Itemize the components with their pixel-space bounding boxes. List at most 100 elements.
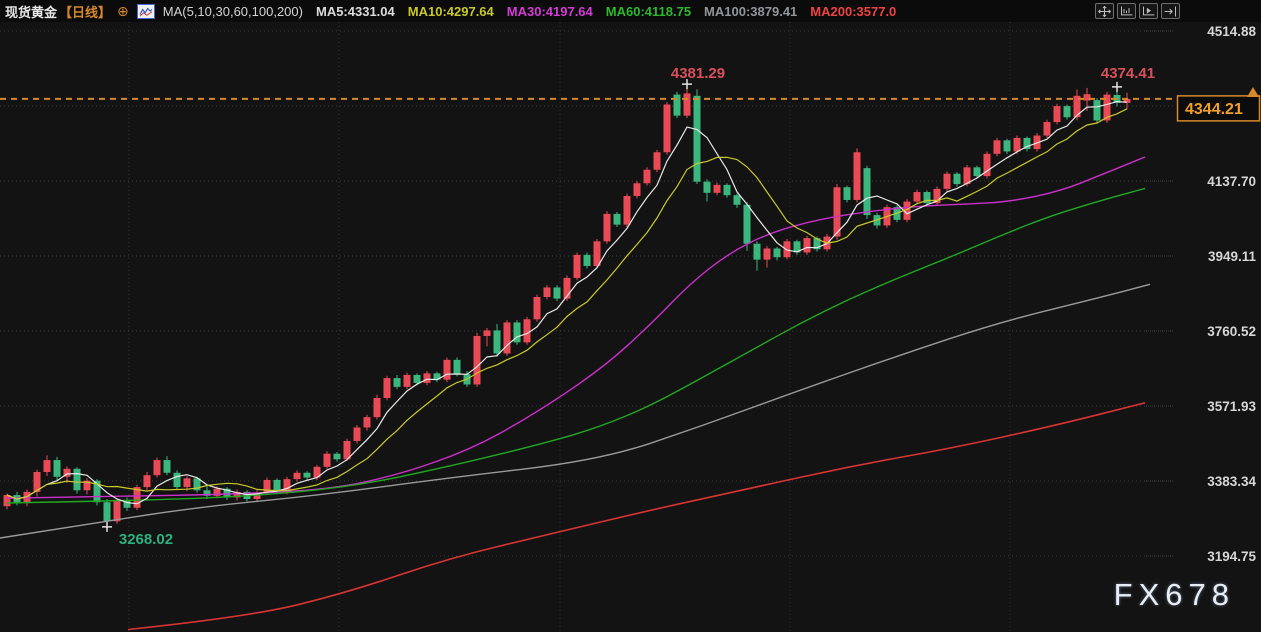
candle-body — [604, 214, 611, 241]
candle-body — [504, 322, 511, 353]
candle-body — [304, 473, 311, 478]
price-axis-label: 3949.11 — [1208, 249, 1257, 264]
period-label: 【日线】 — [59, 2, 111, 21]
ma-value-label: MA200:3577.0 — [810, 4, 896, 19]
candle-body — [374, 398, 381, 417]
candle-body — [944, 174, 951, 189]
candle-body — [574, 255, 581, 278]
candle-body — [554, 287, 561, 298]
ma-value-label: MA5:4331.04 — [316, 4, 395, 19]
pan-crosshair-icon[interactable] — [1095, 3, 1114, 19]
candle-body — [594, 241, 601, 266]
candle-body — [104, 502, 111, 521]
candle-body — [1064, 106, 1071, 117]
candlestick-chart-canvas[interactable]: 4514.88 4137.70 3949.11 3760.52 3571.93 3383.… — [0, 0, 1261, 632]
candle-body — [974, 167, 981, 176]
ma-value-label: MA60:4118.75 — [606, 4, 691, 19]
candle-body — [624, 196, 631, 225]
candle-body — [544, 287, 551, 297]
candle-body — [454, 360, 461, 374]
price-axis-label: 3194.75 — [1207, 549, 1256, 564]
recent-high-label: 4374.41 — [1101, 65, 1155, 82]
chart-style-icon[interactable] — [137, 4, 155, 19]
price-axis-label: 3760.52 — [1207, 324, 1256, 339]
candle-body — [734, 195, 741, 205]
candle-body — [384, 378, 391, 398]
candle-body — [724, 185, 731, 195]
price-axis-label: 4514.88 — [1207, 24, 1256, 39]
candle-body — [184, 478, 191, 487]
current-price-tag: 4344.21 — [1178, 96, 1260, 121]
price-axis-label: 3383.34 — [1207, 474, 1256, 489]
candle-body — [484, 330, 491, 336]
candle-body — [1014, 138, 1021, 152]
price-marker-cross — [102, 522, 112, 532]
crosshair-target-icon[interactable]: ⊕ — [117, 4, 129, 18]
swing-low-label: 3268.02 — [119, 531, 173, 548]
candle-body — [764, 248, 771, 259]
current-price-value: 4344.21 — [1185, 101, 1243, 118]
watermark: FX678 — [1114, 577, 1235, 613]
candle-body — [154, 460, 161, 475]
candlestick-series — [4, 84, 1131, 527]
price-axis-label: 3571.93 — [1207, 399, 1256, 414]
trading-chart-window: { "header": { "symbol": "现货黄金", "period"… — [0, 0, 1261, 632]
candle-body — [444, 360, 451, 380]
candle-body — [74, 469, 81, 490]
candle-body — [114, 501, 121, 522]
candle-body — [654, 152, 661, 169]
candle-body — [4, 495, 11, 506]
candle-body — [404, 375, 411, 387]
candle-body — [664, 105, 671, 153]
ma-value-labels: MA5:4331.04 MA10:4297.64 MA30:4197.64 MA60:… — [303, 4, 896, 19]
candle-body — [954, 174, 961, 184]
candle-body — [584, 255, 591, 266]
candle-body — [644, 170, 651, 184]
candle-body — [1044, 122, 1051, 136]
candle-body — [474, 336, 481, 385]
y-axis-play-icon[interactable] — [1139, 3, 1158, 19]
peak-price-label: 4381.29 — [671, 65, 725, 82]
candle-body — [324, 454, 331, 467]
symbol-title: 现货黄金 — [5, 2, 57, 21]
ma5-line — [7, 102, 1127, 504]
candle-body — [694, 96, 701, 182]
ma-value-label: MA30:4197.64 — [507, 4, 593, 19]
candle-body — [754, 244, 761, 260]
ma60-line — [7, 188, 1145, 503]
candle-body — [784, 241, 791, 257]
ma10-line — [7, 109, 1127, 499]
candle-body — [524, 319, 531, 342]
candle-body — [54, 460, 61, 477]
time-gridlines — [129, 22, 1010, 632]
candle-body — [494, 330, 501, 353]
ma-value-label: MA10:4297.64 — [408, 4, 494, 19]
ma-value-label: MA100:3879.41 — [704, 4, 797, 19]
candle-body — [364, 417, 371, 427]
candle-body — [414, 375, 421, 383]
candle-body — [1054, 106, 1061, 122]
candle-body — [334, 454, 341, 460]
candle-body — [684, 93, 691, 115]
candle-body — [804, 238, 811, 252]
ma100-line — [0, 284, 1150, 538]
snap-latest-icon[interactable] — [1161, 3, 1180, 19]
candle-body — [854, 152, 861, 200]
candle-body — [144, 475, 151, 487]
alert-marker-icon[interactable] — [1247, 87, 1259, 97]
candle-body — [994, 140, 1001, 154]
price-axis-label: 4137.70 — [1207, 174, 1256, 189]
candle-body — [164, 460, 171, 473]
candle-body — [174, 473, 181, 487]
candle-body — [534, 297, 541, 319]
candle-body — [834, 187, 841, 236]
candle-body — [704, 182, 711, 193]
ma200-line — [128, 403, 1145, 630]
candle-body — [674, 95, 681, 116]
y-axis-bars-icon[interactable] — [1117, 3, 1136, 19]
chart-toolbar — [1095, 3, 1180, 19]
candle-body — [714, 185, 721, 193]
chart-header: 现货黄金 【日线】 ⊕ MA(5,10,30,60,100,200) MA5:4… — [0, 0, 1261, 22]
candle-body — [844, 187, 851, 200]
candle-body — [914, 192, 921, 202]
